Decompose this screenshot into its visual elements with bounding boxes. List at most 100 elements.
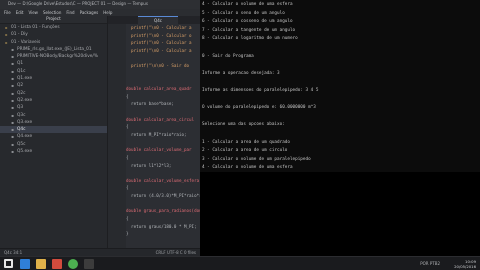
tree-item[interactable]: ▪ Q2.exe <box>0 97 107 104</box>
tree-item[interactable]: ▸ 01 - Variaveis <box>0 39 107 46</box>
tree-item-label: Q1c <box>17 68 26 74</box>
media-icon[interactable] <box>52 259 62 269</box>
tree-item-label: Q2c <box>17 90 26 96</box>
tree-item[interactable]: ▸ 01 - Diy <box>0 31 107 38</box>
code-line: double calcular_volume_par <box>126 147 192 153</box>
file-icon: ▪ <box>11 119 14 125</box>
file-tree: ▸ 01 - Lista 01 - Funções ▸ 01 - Diy ▸ 01 - V… <box>0 24 107 155</box>
code-line: printf("\n0 - Calcular a <box>126 40 192 46</box>
menu-item-find[interactable]: Find <box>66 9 74 16</box>
sidebar-header: Project <box>0 16 107 24</box>
tree-item-label: 01 - Variaveis <box>11 39 41 45</box>
code-line: { <box>126 185 129 191</box>
line-number-gutter <box>108 24 126 248</box>
code-line: return base*base; <box>126 101 174 107</box>
tree-item[interactable]: ▪ Q3c <box>0 112 107 119</box>
code-line: printf("\n0 - Calcular a <box>126 25 192 30</box>
console-line: 7 - Calcular a tangente de um angulo <box>202 27 296 33</box>
folder-icon: ▸ <box>5 32 8 38</box>
status-cursor-position: Q4c 34:1 <box>4 250 23 255</box>
console-line: 5 - Calcular o seno de um angulo <box>202 10 285 16</box>
tree-item-label: 01 - Lista 01 - Funções <box>11 25 60 30</box>
menu-item-file[interactable]: File <box>4 9 11 16</box>
code-line: printf("\n0 - Calcular o <box>126 32 192 38</box>
tree-item[interactable]: ▸ 01 - Lista 01 - Funções <box>0 24 107 31</box>
tree-item[interactable]: ▪ Q3.exe <box>0 119 107 126</box>
status-bar: Q4c 34:1 CRLF UTF-8 C 0 files <box>0 248 200 256</box>
code-line: { <box>126 154 129 160</box>
tree-item[interactable]: ▪ Q2c <box>0 90 107 97</box>
console-line: Informe as dimensoes do paralelepipedo: … <box>202 87 319 93</box>
menu-item-view[interactable]: View <box>28 9 38 16</box>
code-line: printf("\n\n0 - Sair do <box>126 63 190 69</box>
console-line: Informe a operacao desejada: 3 <box>202 70 280 76</box>
file-icon: ▪ <box>11 127 14 133</box>
file-icon: ▪ <box>11 141 14 147</box>
console-line: 6 - Calcular o cosseno de um angulo <box>202 19 293 25</box>
code-line: { <box>126 93 129 99</box>
tree-item-label: Q4c <box>17 127 26 133</box>
tree-item-label: Q2 <box>17 83 24 89</box>
tree-item-label: Q5c <box>17 141 26 147</box>
tree-item[interactable]: ▪ PRIMITIVE-NOBody/Backgr%20dive/% <box>0 53 107 60</box>
browser-icon[interactable] <box>20 259 30 269</box>
menu-item-help[interactable]: Help <box>103 9 112 16</box>
tree-item-label: PRIME_rls.go_llat.exe_(JE)_Lista_01 <box>17 46 92 52</box>
start-icon[interactable] <box>4 259 13 268</box>
clock[interactable]: 10:09 20/05/2016 <box>454 259 476 269</box>
menu-item-selection[interactable]: Selection <box>43 9 61 16</box>
file-icon: ▪ <box>11 61 14 67</box>
code-line: double calcular_area_quadr <box>126 86 192 92</box>
file-icon: ▪ <box>11 46 14 52</box>
tree-item-label: Q2.exe <box>17 97 33 103</box>
tree-item[interactable]: ▪ Q5.exe <box>0 148 107 155</box>
file-icon: ▪ <box>11 97 14 103</box>
menu-bar: File Edit View Selection Find Packages Help <box>0 9 200 16</box>
tree-item[interactable]: ▪ Q2 <box>0 82 107 89</box>
tree-item[interactable]: ▪ Q1 <box>0 60 107 67</box>
code-editor[interactable]: printf("\n0 - Calcular a printf("\n0 - C… <box>126 24 200 248</box>
console-line: 3 - Calcular o volume de um paralelepipe… <box>202 156 311 162</box>
taskbar: POR PTB2 10:09 20/05/2016 <box>0 256 480 270</box>
tree-item[interactable]: ▪ Q3 <box>0 104 107 111</box>
file-icon: ▪ <box>11 105 14 111</box>
console-line: Selecione uma das opcoes abaixo: <box>202 122 285 128</box>
console-line: 1 - Calcular a area de um quadrado <box>202 139 290 145</box>
file-icon: ▪ <box>11 54 14 60</box>
tray-language[interactable]: POR PTB2 <box>420 261 440 266</box>
tree-item[interactable]: ▪ Q4.exe <box>0 133 107 140</box>
code-line: double calcular_area_circul <box>126 116 195 122</box>
chrome-icon[interactable] <box>68 259 78 269</box>
code-line: { <box>126 216 129 222</box>
file-icon: ▪ <box>11 134 14 140</box>
tree-item[interactable]: ▪ PRIME_rls.go_llat.exe_(JE)_Lista_01 <box>0 46 107 53</box>
window-title: Dev — D:\Google Drive\Estudos\C — PROJEC… <box>8 1 148 6</box>
folder-icon: ▸ <box>5 25 8 30</box>
tree-item-label: Q3c <box>17 112 26 118</box>
tree-item[interactable]: ▪ Q4c <box>0 126 107 134</box>
tree-item[interactable]: ▪ Q5c <box>0 141 107 148</box>
code-line: return M_PI*raio*raio; <box>126 131 187 137</box>
menu-item-edit[interactable]: Edit <box>16 9 24 16</box>
code-line: return graus/180.0 * M_PI; <box>126 223 197 229</box>
console-window[interactable]: 4 - Calcular o volume de uma esfera 5 - C… <box>200 0 480 172</box>
terminal-icon[interactable] <box>84 259 94 269</box>
menu-item-packages[interactable]: Packages <box>80 9 99 16</box>
tree-item[interactable]: ▪ Q1.exe <box>0 75 107 82</box>
folder-icon[interactable] <box>36 259 46 269</box>
tree-item[interactable]: ▪ Q1c <box>0 68 107 75</box>
code-line: double calcular_volume_esfera(double rai… <box>126 177 200 183</box>
status-encoding: CRLF UTF-8 C 0 files <box>155 250 196 255</box>
code-line: } <box>126 231 129 237</box>
console-line: 0 - Sair do Programa <box>202 53 254 59</box>
tree-item-label: 01 - Diy <box>11 32 28 38</box>
tab-q4c[interactable]: Q4c <box>138 16 178 24</box>
